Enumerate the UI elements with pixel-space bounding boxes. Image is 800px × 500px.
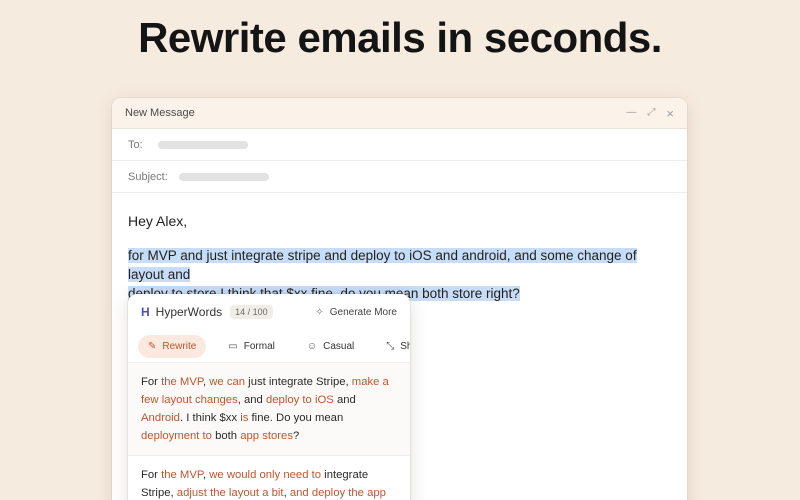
suggestion-item[interactable]: For the MVP, we would only need to integ… [128,456,410,500]
tab-label: Formal [243,340,275,352]
expand-icon[interactable]: ⤢ [647,108,655,118]
headline: Rewrite emails in seconds. [138,14,662,61]
suggestion-change: we can [209,376,246,388]
suggestion-change: deployment to [141,430,212,442]
tab-label: Short [400,340,410,352]
suggestion-change: adjust the layout a bit [176,487,284,499]
subject-label: Subject: [128,170,168,183]
suggestion-text: For [141,376,162,388]
tab-label: Rewrite [162,340,197,352]
email-greeting: Hey Alex, [128,213,188,229]
brand-name: HyperWords [155,305,223,319]
pencil-icon: ✎ [148,340,157,352]
suggestion-change: we would only need to [209,469,322,481]
tab-rewrite[interactable]: ✎ Rewrite [138,334,207,358]
email-body[interactable]: Hey Alex, for MVP and just integrate str… [112,193,687,303]
suggestion-text: and [333,394,356,406]
tab-casual[interactable]: ☺ Casual [297,335,364,358]
suggestion-change: app stores [240,430,293,442]
minimize-icon[interactable]: — [626,108,636,118]
to-label: To: [128,138,143,151]
tone-tabs: ✎ Rewrite ▭ Formal ☺ Casual ⤡ Short [128,330,410,363]
suggestion-change: the MVP [161,376,203,388]
popup-header: H HyperWords 14 / 100 ✧ Generate More [128,294,410,330]
suggestion-text: , and [237,394,266,406]
suggestion-text: just integrate Stripe, [245,376,352,388]
smile-icon: ☺ [306,340,318,352]
window-title: New Message [125,107,195,119]
hyperwords-popup: H HyperWords 14 / 100 ✧ Generate More ✎ … [128,294,410,500]
suggestion-text: ? [293,430,300,442]
window-controls: — ⤢ × [626,107,674,120]
hyperwords-logo-icon: H [141,305,150,319]
suggestion-change: deploy to iOS [265,394,334,406]
sparkle-icon: ✧ [315,306,324,318]
suggestion-change: the MVP [161,469,203,481]
subject-placeholder [179,172,269,181]
selected-text-line: for MVP and just integrate stripe and de… [128,248,637,282]
generate-more-button[interactable]: ✧ Generate More [315,307,397,318]
suggestion-change: Android [141,412,180,424]
to-recipient-placeholder [158,140,248,149]
subject-field[interactable]: Subject: [112,161,687,193]
tab-short[interactable]: ⤡ Short [376,335,410,358]
tab-label: Casual [323,340,355,352]
to-field[interactable]: To: [112,129,687,161]
suggestion-text: fine. Do you mean [248,412,344,424]
suggestion-text: . I think $xx [179,412,241,424]
shrink-icon: ⤡ [386,340,395,352]
suggestion-text: For [141,469,162,481]
tab-formal[interactable]: ▭ Formal [218,335,285,358]
briefcase-icon: ▭ [228,340,238,352]
suggestion-text: both [211,430,241,442]
generate-more-label: Generate More [329,306,397,318]
window-titlebar: New Message — ⤢ × [112,98,687,129]
suggestion-change: and deploy the app [289,487,386,499]
usage-counter: 14 / 100 [230,305,273,319]
close-icon[interactable]: × [666,107,674,120]
suggestion-item[interactable]: For the MVP, we can just integrate Strip… [128,363,410,456]
